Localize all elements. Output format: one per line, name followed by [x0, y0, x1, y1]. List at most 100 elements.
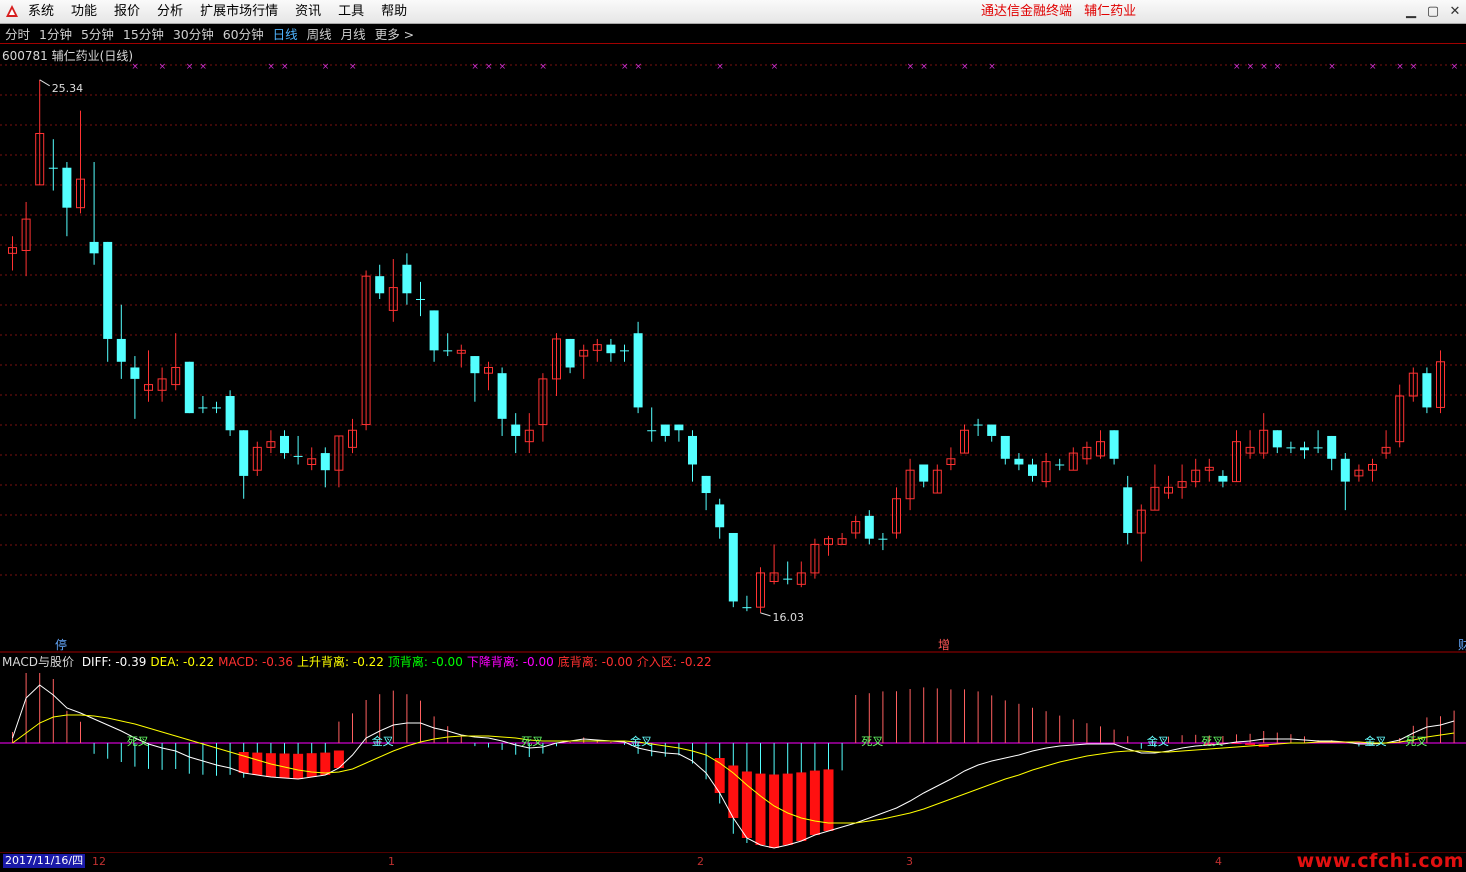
kline-chart[interactable]: × × × × × × × × × × × × × × × × × × × × × × × × × × × × ×25.3416.03停… — [0, 45, 1466, 853]
high-pointer — [39, 79, 50, 87]
candle-body — [1109, 430, 1119, 459]
candle-body — [728, 532, 738, 602]
maximize-icon[interactable]: ▢ — [1422, 0, 1444, 23]
x-axis-month-0: 12 — [92, 855, 106, 868]
candle-body — [742, 607, 752, 609]
cross-label-5: 金叉 — [1147, 734, 1169, 748]
period-tab-1[interactable]: 1分钟 — [39, 24, 72, 43]
period-tab-5[interactable]: 60分钟 — [223, 24, 264, 43]
menu-item-7[interactable]: 帮助 — [381, 0, 407, 23]
candle-body — [1422, 373, 1432, 408]
candle-body — [1055, 464, 1065, 466]
period-tab-6[interactable]: 日线 — [273, 24, 298, 43]
candle-body — [212, 407, 221, 409]
candle-body — [184, 361, 194, 414]
cross-label-4: 死叉 — [861, 735, 883, 748]
candle-body — [1014, 458, 1024, 465]
menu-item-3[interactable]: 分析 — [157, 0, 183, 23]
candle-body — [89, 241, 99, 254]
candle-body — [1123, 487, 1133, 533]
candle-body — [864, 515, 874, 539]
divergence-block — [755, 773, 766, 845]
candle-body — [987, 424, 997, 436]
signal-x-marker: × — [1260, 62, 1268, 72]
cross-label-3: 金叉 — [630, 734, 652, 748]
candle-body — [511, 424, 521, 436]
event-marker-2: 财 — [1458, 638, 1466, 652]
candle-body — [660, 424, 670, 436]
period-tabs: 分时 1分钟 5分钟 15分钟 30分钟 60分钟 日线 周线 月线 更多 > — [0, 24, 1466, 44]
candle-body — [48, 167, 58, 169]
event-marker-1: 增 — [938, 638, 950, 652]
candle-body — [715, 504, 725, 528]
period-tab-3[interactable]: 15分钟 — [123, 24, 164, 43]
x-axis-month-1: 1 — [388, 855, 395, 868]
signal-x-marker: × — [471, 62, 479, 72]
candle-body — [1313, 447, 1323, 449]
candle-body — [1272, 430, 1282, 448]
period-tab-7[interactable]: 周线 — [307, 24, 332, 43]
close-icon[interactable]: ✕ — [1444, 0, 1466, 23]
x-axis-month-3: 3 — [906, 855, 913, 868]
candle-body — [320, 453, 330, 471]
period-tab-2[interactable]: 5分钟 — [81, 24, 114, 43]
signal-x-marker: × — [267, 62, 275, 72]
divergence-block — [769, 774, 780, 848]
current-date: 2017/11/16/四 — [3, 854, 86, 868]
signal-x-marker: × — [1328, 62, 1336, 72]
signal-x-marker: × — [920, 62, 928, 72]
divergence-block — [252, 752, 263, 775]
banner: 通达信金融终端 辅仁药业 — [981, 0, 1144, 23]
signal-x-marker: × — [716, 62, 724, 72]
cross-label-0: 死叉 — [127, 735, 149, 748]
cross-label-7: 金叉 — [1365, 734, 1387, 748]
divergence-block — [823, 769, 834, 831]
period-tab-8[interactable]: 月线 — [341, 24, 366, 43]
divergence-block — [306, 753, 317, 777]
candle-body — [1028, 464, 1037, 476]
event-marker-0: 停 — [55, 637, 67, 652]
candle-body — [701, 475, 711, 494]
candle-body — [239, 430, 249, 476]
macd-indicator-name: MACD与股价 — [2, 655, 74, 669]
signal-x-marker: × — [961, 62, 969, 72]
macd-value-2: MACD: -0.36 — [218, 655, 293, 669]
cross-label-2: 死叉 — [521, 735, 543, 748]
menu-item-5[interactable]: 资讯 — [295, 0, 321, 23]
candle-body — [225, 396, 235, 431]
menu-item-6[interactable]: 工具 — [338, 0, 364, 23]
signal-x-marker: × — [635, 62, 643, 72]
menu-item-1[interactable]: 功能 — [71, 0, 97, 23]
candle-body — [688, 435, 697, 465]
candle-body — [919, 464, 929, 482]
period-tab-0[interactable]: 分时 — [5, 24, 30, 43]
candle-body — [606, 344, 616, 354]
signal-x-marker: × — [1274, 62, 1282, 72]
candle-body — [375, 276, 385, 294]
signal-x-marker: × — [1369, 62, 1377, 72]
menu-item-2[interactable]: 报价 — [114, 0, 140, 23]
cross-label-1: 金叉 — [372, 734, 394, 748]
candle-body — [1300, 447, 1309, 451]
period-tab-9[interactable]: 更多 > — [375, 24, 414, 43]
signal-x-marker: × — [1451, 62, 1459, 72]
menu-item-0[interactable]: 系统 — [28, 0, 54, 23]
candle-body — [878, 538, 888, 540]
menu-items: 系统 功能 报价 分析 扩展市场行情 资讯 工具 帮助 — [28, 0, 424, 23]
low-pointer — [760, 612, 771, 617]
minimize-icon[interactable]: ▁ — [1400, 0, 1422, 23]
period-tab-4[interactable]: 30分钟 — [173, 24, 214, 43]
window-controls: ▁ ▢ ✕ — [1400, 0, 1466, 23]
cross-label-6: 死叉 — [1201, 735, 1223, 748]
menu-item-4[interactable]: 扩展市场行情 — [200, 0, 278, 23]
cross-label-8: 死叉 — [1405, 735, 1427, 748]
signal-x-marker: × — [281, 62, 289, 72]
candle-body — [443, 350, 453, 352]
menu-bar: 系统 功能 报价 分析 扩展市场行情 资讯 工具 帮助 通达信金融终端 辅仁药业 ▁ ▢ ✕ — [0, 0, 1466, 24]
divergence-block — [1245, 743, 1256, 745]
candle-body — [647, 430, 657, 432]
x-axis-month-4: 4 — [1215, 855, 1222, 868]
divergence-block — [796, 772, 807, 841]
signal-x-marker: × — [539, 62, 547, 72]
divergence-block — [1231, 743, 1242, 744]
